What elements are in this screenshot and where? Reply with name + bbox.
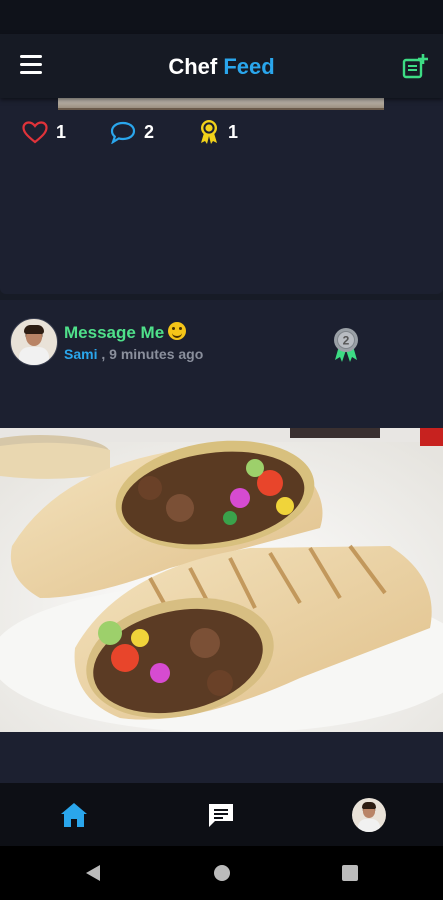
app-title-part2: Feed bbox=[223, 54, 275, 79]
post-card: 1 2 1 bbox=[0, 98, 443, 294]
chat-icon bbox=[209, 804, 233, 827]
post-time: 9 minutes ago bbox=[109, 346, 204, 362]
post-actions: 1 2 1 bbox=[22, 118, 282, 146]
post-image[interactable] bbox=[58, 98, 384, 110]
award-count: 1 bbox=[228, 121, 239, 142]
new-post-icon[interactable] bbox=[401, 53, 429, 81]
award-button[interactable]: 1 bbox=[198, 119, 238, 145]
time-separator: , bbox=[97, 346, 110, 362]
heart-icon bbox=[22, 120, 48, 143]
back-icon[interactable] bbox=[84, 863, 102, 883]
feed[interactable]: 1 2 1 Message Me Sami , 9 minutes ago 2 bbox=[0, 98, 443, 783]
nav-messages[interactable] bbox=[201, 797, 241, 833]
award-icon bbox=[201, 120, 218, 144]
like-count: 1 bbox=[56, 121, 67, 142]
status-bar bbox=[0, 0, 443, 34]
avatar bbox=[352, 798, 386, 832]
system-navigation-bar bbox=[0, 846, 443, 900]
author-name[interactable]: Sami bbox=[64, 346, 97, 362]
post-title: Message Me bbox=[64, 322, 187, 343]
comment-button[interactable]: 2 bbox=[110, 121, 154, 144]
post-meta: Sami , 9 minutes ago bbox=[64, 346, 203, 362]
comment-count: 2 bbox=[144, 121, 155, 142]
post-title-text: Message Me bbox=[64, 323, 165, 342]
app-title-part1: Chef bbox=[168, 54, 218, 79]
post-card: Message Me Sami , 9 minutes ago 2 bbox=[0, 300, 443, 783]
rank-badge-icon: 2 bbox=[334, 328, 358, 362]
nav-profile[interactable] bbox=[349, 797, 389, 833]
rank-badge-number: 2 bbox=[343, 334, 350, 348]
recents-icon[interactable] bbox=[341, 863, 359, 883]
post-image[interactable] bbox=[0, 428, 443, 732]
home-icon bbox=[61, 803, 87, 827]
avatar[interactable] bbox=[10, 318, 58, 366]
app-title: Chef Feed bbox=[0, 54, 443, 80]
comment-icon bbox=[110, 121, 136, 144]
app-bar: Chef Feed bbox=[0, 34, 443, 98]
home-circle-icon[interactable] bbox=[212, 863, 232, 883]
nav-home[interactable] bbox=[54, 797, 94, 833]
bottom-nav bbox=[0, 783, 443, 846]
wrap-sandwich-photo bbox=[0, 428, 443, 732]
slightly-smiling-face-emoji bbox=[168, 322, 187, 340]
like-button[interactable]: 1 bbox=[22, 120, 67, 144]
